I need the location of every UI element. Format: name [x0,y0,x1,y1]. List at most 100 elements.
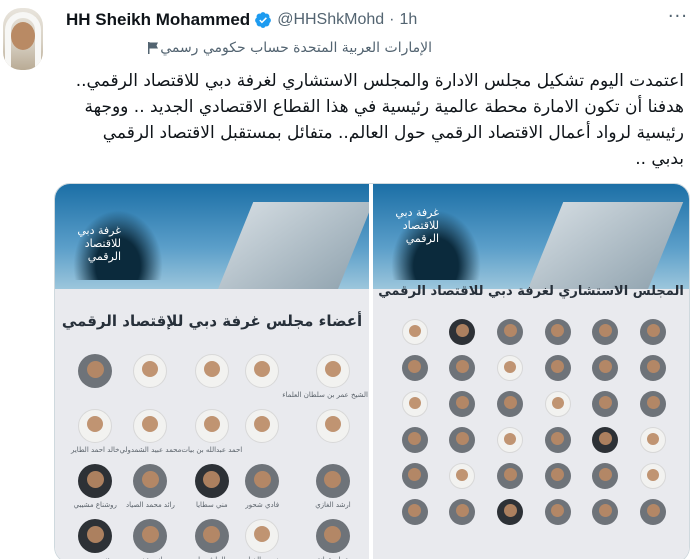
member-photo [592,319,619,345]
member-photo [592,463,619,489]
member-name: خالد احمد الطاير [71,446,120,454]
member-photo [401,499,428,525]
member-card [534,319,582,345]
member-card [391,391,439,417]
member-photo [133,409,168,443]
member-card [629,427,677,453]
tweet-text: اعتمدت اليوم تشكيل مجلس الادارة والمجلس … [75,71,684,169]
member-card [534,355,582,381]
member-name: مني سطايا [195,501,228,509]
member-card [391,355,439,381]
member-photo [449,391,476,417]
member-card [582,427,630,453]
building-image [208,202,369,289]
member-card [391,427,439,453]
building-image [518,202,684,289]
member-card [71,354,119,399]
member-photo [401,391,428,417]
hero-banner: غرفة دبي للاقتصاد الرقمي [55,184,369,289]
member-card: الما فيدما [181,519,242,559]
member-card [582,319,630,345]
account-label-row: الإمارات العربية المتحدة حساب حكومي رسمي [66,40,432,56]
member-grid: سمو الشيخ عمر بن سلطان العلماء خالد احمد … [71,354,369,559]
member-card [582,391,630,417]
member-grid [391,319,677,525]
member-photo [497,319,524,345]
panel-title: المجلس الاستشاري لغرفة دبي للاقتصاد الرق… [378,284,684,299]
member-card: سمو الشيخ عمر بن سلطان العلماء [282,354,369,399]
account-label[interactable]: الإمارات العربية المتحدة حساب حكومي رسمي [160,40,432,56]
media-image-board-members[interactable]: غرفة دبي للاقتصاد الرقمي أعضاء مجلس غرفة… [55,184,369,559]
timestamp[interactable]: 1h [399,11,417,29]
member-card [486,355,534,381]
member-name: محمد عبيد الشمدولي [119,446,182,454]
member-card [282,409,369,454]
member-card [534,499,582,525]
member-photo [315,464,350,498]
member-photo [245,354,280,388]
member-photo [640,499,667,525]
member-photo [640,355,667,381]
flag-icon [148,42,159,54]
member-photo [592,499,619,525]
member-card [391,463,439,489]
member-photo [640,463,667,489]
member-photo [497,499,524,525]
member-photo [449,463,476,489]
member-card [119,354,181,399]
member-card [534,391,582,417]
member-card: منصور الخيلي [242,519,282,559]
member-card: فادي شحور [242,464,282,509]
member-card: داني هيندو [119,519,181,559]
chamber-logo: غرفة دبي للاقتصاد الرقمي [77,224,121,263]
member-photo [544,355,571,381]
display-name[interactable]: HH Sheikh Mohammed [66,10,250,30]
member-card [629,391,677,417]
chamber-logo: غرفة دبي للاقتصاد الرقمي [395,206,439,245]
tweet-card[interactable]: HH Sheikh Mohammed @HHShkMohd · 1h ··· ا… [0,0,700,559]
member-photo [245,464,280,498]
member-card [439,427,487,453]
member-card [629,463,677,489]
member-photo [592,355,619,381]
member-photo [497,355,524,381]
handle[interactable]: @HHShkMohd [277,11,384,29]
member-photo [315,409,350,443]
more-icon[interactable]: ··· [668,6,688,27]
member-photo [133,519,168,553]
member-photo [78,464,113,498]
member-photo [544,427,571,453]
member-name: روشناع مشيبي [73,501,117,509]
member-card: مني سطايا [181,464,242,509]
member-card [439,391,487,417]
member-card [391,319,439,345]
member-card: احمد عبدالله بن بيات [181,409,242,454]
member-photo [194,519,229,553]
member-photo [245,519,280,553]
avatar[interactable] [3,8,43,70]
tweet-media[interactable]: غرفة دبي للاقتصاد الرقمي أعضاء مجلس غرفة… [54,183,690,559]
member-card [486,391,534,417]
member-card: ارشد الغازي [282,464,369,509]
member-photo [401,463,428,489]
member-name: احمد عبدالله بن بيات [181,446,243,454]
member-card: خالد احمد الطاير [71,409,119,454]
member-photo [640,391,667,417]
member-photo [133,354,168,388]
member-card [439,355,487,381]
member-photo [497,427,524,453]
member-photo [544,463,571,489]
member-photo [78,519,113,553]
member-photo [194,409,229,443]
member-photo [133,464,168,498]
member-card [629,319,677,345]
member-photo [592,391,619,417]
member-card [582,463,630,489]
member-card [629,355,677,381]
member-photo [497,391,524,417]
member-card [629,499,677,525]
member-card: محمد عبيد الشمدولي [119,409,181,454]
member-card [582,355,630,381]
member-photo [401,319,428,345]
media-image-advisory-council[interactable]: غرفة دبي للاقتصاد الرقمي المجلس الاستشار… [373,184,689,559]
